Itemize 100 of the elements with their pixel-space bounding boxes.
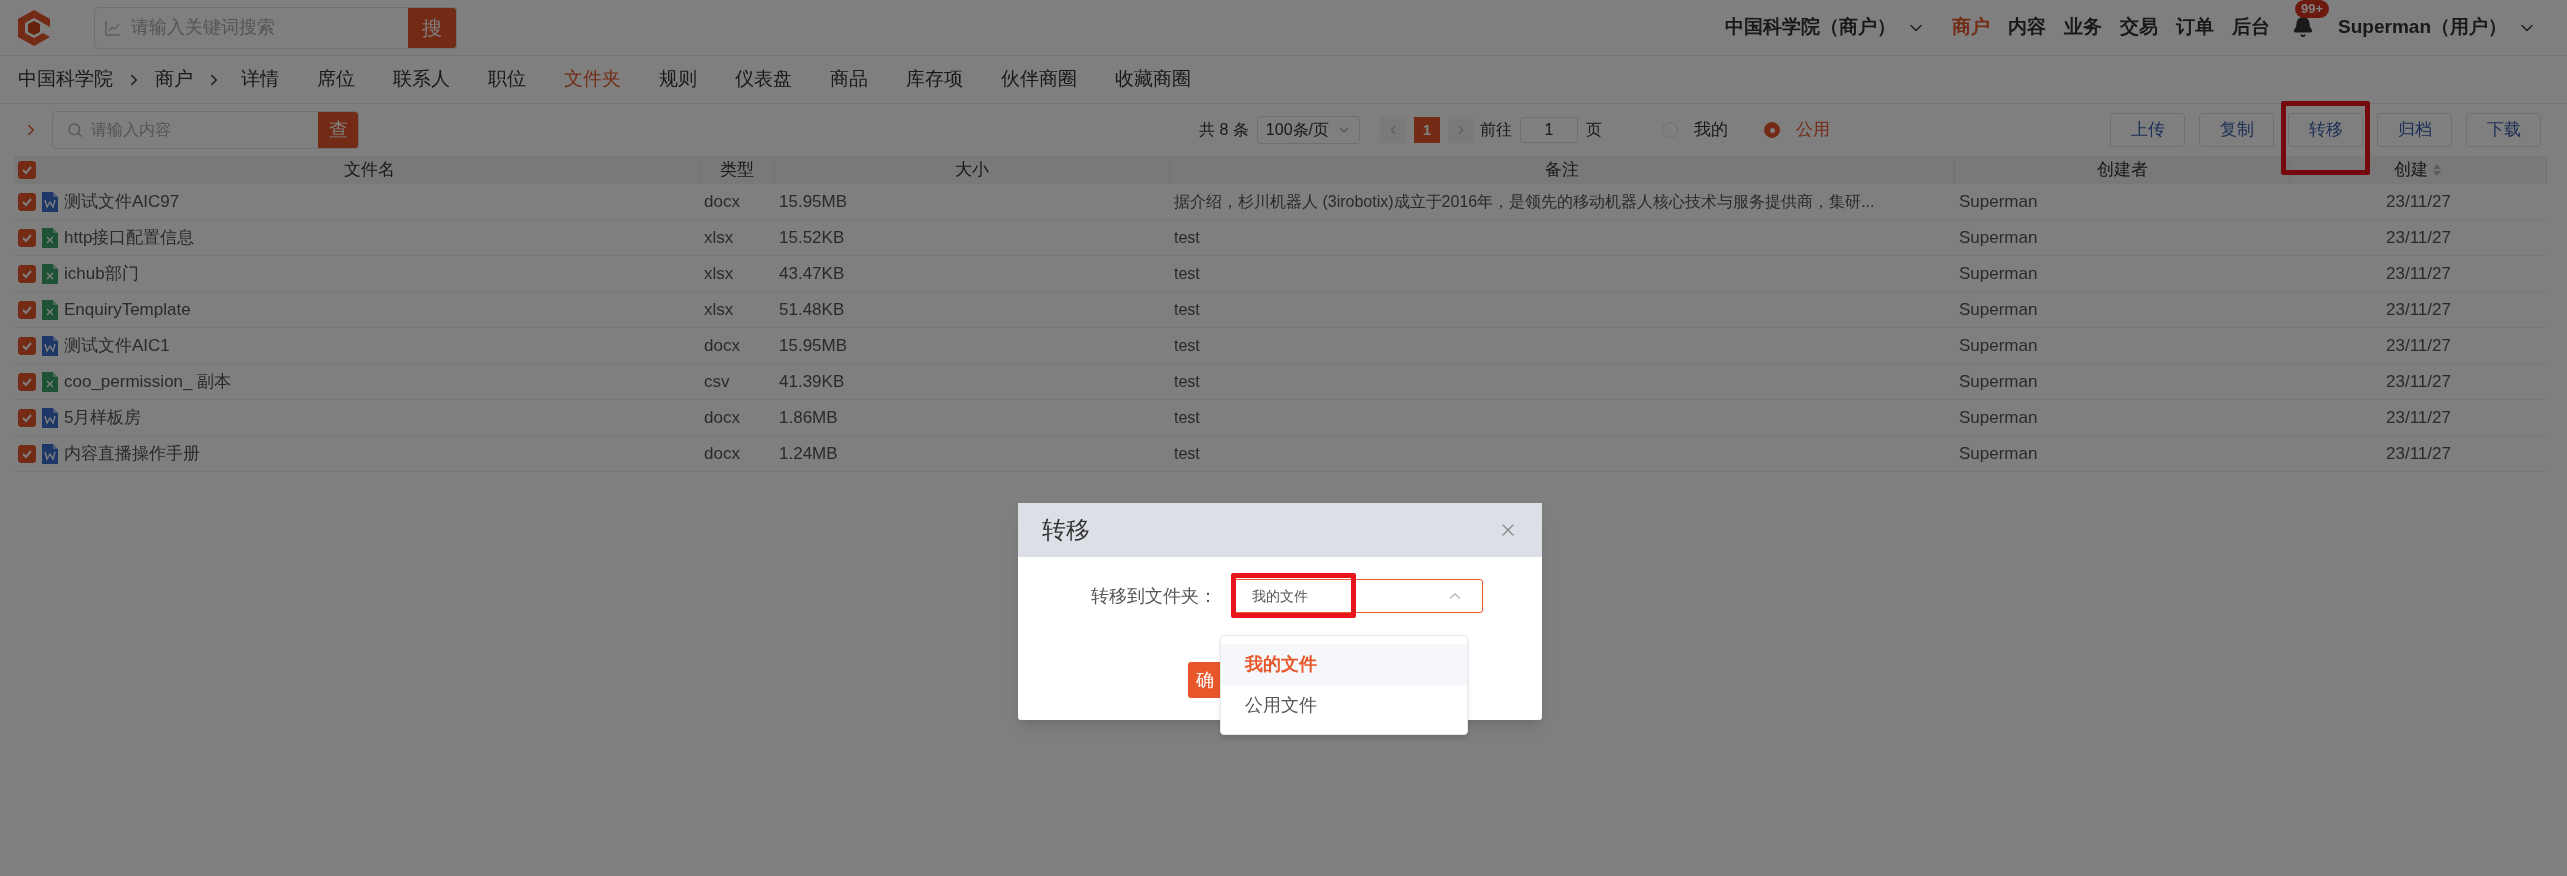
checkbox[interactable] (18, 228, 36, 247)
file-name[interactable]: coo_permission_ 副本 (64, 368, 232, 395)
table-cell: docx (704, 191, 740, 211)
tab[interactable]: 商品 (830, 65, 868, 94)
tab[interactable]: 文件夹 (564, 65, 621, 94)
tab[interactable]: 收藏商圈 (1115, 65, 1191, 94)
table-cell-text: 23/11/27 (2386, 226, 2451, 249)
table-cell-text: 23/11/27 (2386, 334, 2451, 357)
table-cell: test (1174, 228, 1200, 246)
column-header[interactable]: 备注 (1545, 157, 1579, 183)
page-number[interactable]: 1 (1414, 117, 1440, 143)
nav-item[interactable]: 后台 (2232, 13, 2271, 42)
folder-select[interactable]: 我的文件 (1233, 579, 1483, 613)
table-cell: test (1174, 264, 1200, 282)
bell-icon[interactable] (2292, 15, 2315, 38)
table-cell: 15.95MB (779, 191, 848, 211)
table-cell-text: 23/11/27 (2386, 370, 2451, 393)
file-name[interactable]: ichub部门 (64, 260, 139, 287)
sort-icon[interactable] (2432, 163, 2442, 177)
breadcrumb-item[interactable]: 中国科学院 (18, 65, 113, 94)
goto-label: 前往 (1480, 120, 1512, 140)
search-icon (67, 122, 83, 138)
document-icon (42, 443, 58, 464)
table-cell: test (1174, 300, 1200, 318)
nav-item[interactable]: 订单 (2176, 13, 2215, 42)
nav-item[interactable]: 内容 (2008, 13, 2047, 42)
nav-item[interactable]: 交易 (2120, 13, 2159, 42)
file-name[interactable]: http接口配置信息 (64, 224, 195, 251)
checkbox[interactable] (18, 444, 36, 463)
table-cell: 51.48KB (779, 299, 845, 319)
tab[interactable]: 席位 (317, 65, 355, 94)
checkbox[interactable] (18, 192, 36, 211)
table-cell: 43.47KB (779, 263, 845, 283)
table-cell: Superman (1959, 263, 2038, 283)
tab[interactable]: 伙伴商圈 (1001, 65, 1077, 94)
tab[interactable]: 规则 (659, 65, 697, 94)
nav-item[interactable]: 商户 (1952, 13, 1991, 42)
checkbox[interactable] (18, 372, 36, 391)
file-name[interactable]: 5月样板房 (64, 404, 142, 431)
select-value: 我的文件 (1252, 586, 1308, 606)
table-cell: Superman (1959, 299, 2038, 319)
page-size-select[interactable]: 100条/页 (1256, 116, 1360, 144)
table-cell: test (1174, 336, 1200, 354)
tab[interactable]: 职位 (488, 65, 526, 94)
spreadsheet-icon (42, 263, 58, 284)
column-header[interactable]: 创建者 (2096, 157, 2148, 183)
action-button[interactable]: 复制 (2199, 113, 2274, 147)
field-label: 转移到文件夹： (1091, 584, 1217, 608)
checkbox[interactable] (18, 300, 36, 319)
column-header[interactable]: 创建 (2394, 157, 2428, 183)
checkbox[interactable] (18, 336, 36, 355)
checkbox[interactable] (18, 408, 36, 427)
file-name[interactable]: 测试文件AIC97 (64, 188, 180, 215)
org-switch[interactable]: 中国科学院（商户） (1725, 13, 1927, 42)
user-menu[interactable]: Superman（用户） (2338, 13, 2537, 42)
table-cell: test (1174, 408, 1200, 426)
breadcrumb-item[interactable]: 商户 (155, 65, 193, 94)
notification-badge: 99+ (2295, 0, 2330, 18)
table-cell: Superman (1959, 191, 2038, 211)
table-cell-text: 23/11/27 (2386, 442, 2451, 465)
table-cell: 据介绍，杉川机器人 (3irobotix)成立于2016年，是领先的移动机器人核心技术与服务提供商，集研... (1174, 192, 1875, 210)
file-name[interactable]: 测试文件AIC1 (64, 332, 170, 359)
tab[interactable]: 库存项 (906, 65, 963, 94)
table-cell: test (1174, 372, 1200, 390)
dropdown-option[interactable]: 公用文件 (1221, 685, 1467, 726)
tab[interactable]: 详情 (241, 65, 279, 94)
table-cell: docx (704, 443, 740, 463)
table-cell: docx (704, 335, 740, 355)
table-cell: 15.52KB (779, 227, 845, 247)
radio-label: 公用 (1796, 119, 1830, 142)
action-button[interactable]: 下载 (2466, 113, 2541, 147)
action-button[interactable]: 上传 (2110, 113, 2185, 147)
action-button[interactable]: 归档 (2377, 113, 2452, 147)
tab[interactable]: 联系人 (393, 65, 450, 94)
dialog-title: 转移 (1042, 515, 1090, 545)
column-header[interactable]: 文件名 (344, 157, 395, 183)
table-cell: 1.86MB (779, 407, 838, 427)
tab[interactable]: 仪表盘 (735, 65, 792, 94)
spreadsheet-icon (42, 371, 58, 392)
goto-field[interactable]: 1 (1520, 117, 1578, 143)
nav-item[interactable]: 业务 (2064, 13, 2103, 42)
query-button[interactable]: 查 (318, 112, 358, 148)
radio-button[interactable] (1764, 122, 1780, 138)
dropdown-option[interactable]: 我的文件 (1221, 644, 1467, 685)
table-cell: Superman (1959, 335, 2038, 355)
table-cell-text: 23/11/27 (2386, 190, 2451, 213)
column-header[interactable]: 类型 (720, 157, 754, 183)
search-button[interactable]: 搜 (408, 7, 456, 48)
file-name[interactable]: EnquiryTemplate (64, 296, 191, 323)
radio-label: 我的 (1694, 119, 1728, 142)
file-name[interactable]: 内容直播操作手册 (64, 440, 200, 467)
spreadsheet-icon (42, 227, 58, 248)
column-header[interactable]: 大小 (955, 157, 989, 183)
checkbox[interactable] (18, 161, 36, 179)
table-cell: Superman (1959, 407, 2038, 427)
table-cell: Superman (1959, 443, 2038, 463)
table-cell: 41.39KB (779, 371, 845, 391)
table-cell: Superman (1959, 371, 2038, 391)
checkbox[interactable] (18, 264, 36, 283)
action-button[interactable]: 转移 (2288, 113, 2363, 147)
